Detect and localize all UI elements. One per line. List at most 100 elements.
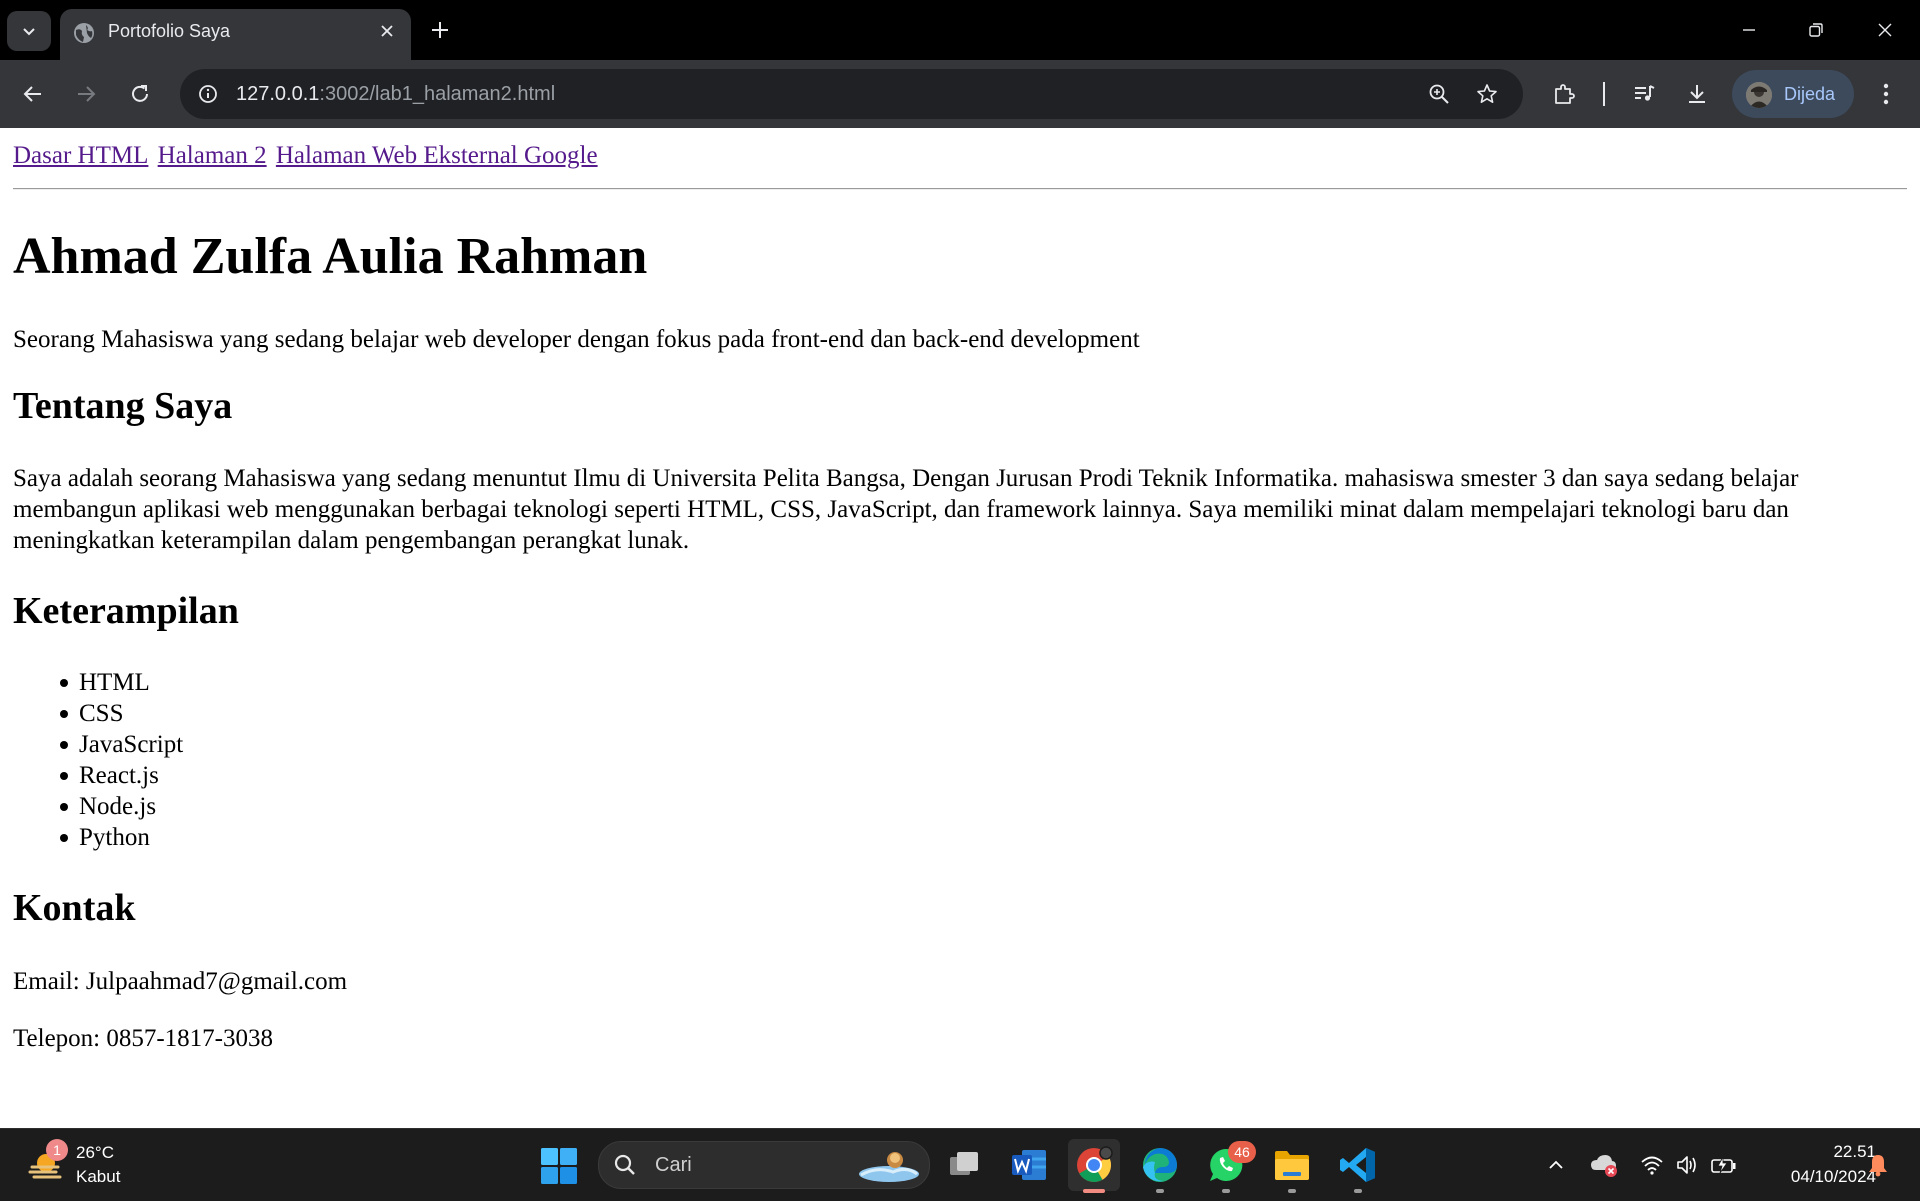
url-host: 127.0.0.1 xyxy=(236,83,320,105)
contact-heading: Kontak xyxy=(13,887,136,929)
link-dasar-html[interactable]: Dasar HTML xyxy=(13,142,148,169)
minimize-icon xyxy=(1743,29,1755,31)
skill-item: Node.js xyxy=(60,791,183,822)
search-highlight-icon xyxy=(859,1152,919,1182)
url-path: :3002/lab1_halaman2.html xyxy=(319,83,556,105)
new-tab-button[interactable] xyxy=(424,14,456,46)
tab-strip: Portofolio Saya xyxy=(0,0,1920,60)
link-halaman-2[interactable]: Halaman 2 xyxy=(158,142,267,169)
edge-app[interactable] xyxy=(1134,1139,1186,1193)
wifi-button[interactable] xyxy=(1636,1149,1668,1181)
music-queue-icon xyxy=(1635,85,1655,101)
divider xyxy=(13,188,1907,190)
vscode-icon xyxy=(1340,1148,1375,1182)
star-icon xyxy=(1477,84,1497,103)
browser-menu-button[interactable] xyxy=(1866,74,1906,114)
skill-item: CSS xyxy=(60,698,183,729)
link-google[interactable]: Halaman Web Eksternal Google xyxy=(276,142,598,169)
windows-start-icon[interactable] xyxy=(540,1147,578,1185)
plus-icon xyxy=(432,22,448,38)
address-bar[interactable]: 127.0.0.1:3002/lab1_halaman2.html xyxy=(180,69,1523,119)
back-button[interactable] xyxy=(13,74,53,114)
about-text: Saya adalah seorang Mahasiswa yang sedan… xyxy=(13,465,1799,554)
battery-button[interactable] xyxy=(1708,1149,1740,1181)
clock-time: 22.51 xyxy=(1833,1142,1876,1161)
chevron-up-icon xyxy=(1549,1160,1563,1169)
puzzle-icon xyxy=(1555,84,1575,104)
search-placeholder: Cari xyxy=(655,1154,692,1176)
task-view-icon xyxy=(950,1152,978,1175)
search-icon xyxy=(614,1154,635,1175)
edge-icon xyxy=(1143,1148,1177,1182)
forward-button[interactable] xyxy=(66,74,106,114)
reload-icon xyxy=(132,85,148,102)
running-indicator xyxy=(1288,1189,1296,1193)
chrome-icon xyxy=(1077,1146,1113,1182)
skill-item: React.js xyxy=(60,760,183,791)
running-indicator xyxy=(1156,1189,1164,1193)
zoom-button[interactable] xyxy=(1423,78,1455,110)
tab-search-button[interactable] xyxy=(7,11,51,51)
volume-icon xyxy=(1677,1156,1696,1174)
battery-charging-icon xyxy=(1711,1155,1736,1174)
browser-tab[interactable]: Portofolio Saya xyxy=(60,9,411,60)
tab-close-button[interactable] xyxy=(377,21,397,41)
reload-button[interactable] xyxy=(120,74,160,114)
wifi-icon xyxy=(1641,1156,1663,1175)
word-icon xyxy=(1012,1150,1046,1180)
whatsapp-notification-badge: 46 xyxy=(1228,1141,1256,1163)
word-app[interactable] xyxy=(1003,1139,1055,1191)
vscode-app[interactable] xyxy=(1332,1139,1384,1193)
extensions-button[interactable] xyxy=(1544,74,1584,114)
more-vertical-icon xyxy=(1883,83,1889,105)
close-window-button[interactable] xyxy=(1860,8,1910,52)
tab-title: Portofolio Saya xyxy=(108,21,231,41)
chrome-app[interactable] xyxy=(1068,1139,1120,1193)
skill-item: HTML xyxy=(60,667,183,698)
taskbar-search[interactable]: Cari xyxy=(598,1141,930,1189)
close-icon xyxy=(381,25,393,37)
media-controls-button[interactable] xyxy=(1624,74,1664,114)
cloud-error-icon xyxy=(1591,1155,1617,1177)
clock-date: 04/10/2024 xyxy=(1790,1167,1876,1186)
bookmark-button[interactable] xyxy=(1471,78,1503,110)
restore-icon xyxy=(1809,23,1823,37)
site-info-button[interactable] xyxy=(192,78,224,110)
weather-temperature: 26°C xyxy=(76,1143,114,1162)
browser-toolbar: 127.0.0.1:3002/lab1_halaman2.html Dijeda xyxy=(0,60,1920,128)
downloads-button[interactable] xyxy=(1677,74,1717,114)
notifications-button[interactable] xyxy=(1862,1149,1894,1181)
skill-item: Python xyxy=(60,822,183,853)
arrow-left-icon xyxy=(23,86,41,102)
web-page: Dasar HTML Halaman 2 Halaman Web Ekstern… xyxy=(0,130,1920,1128)
folder-icon xyxy=(1275,1151,1309,1180)
weather-widget[interactable]: 1 26°C Kabut xyxy=(26,1139,166,1191)
arrow-right-icon xyxy=(78,86,96,102)
running-indicator xyxy=(1354,1189,1362,1193)
globe-icon xyxy=(74,23,94,43)
download-icon xyxy=(1689,85,1705,103)
taskbar: 1 26°C Kabut Cari 46 22.51 04/10/2024 xyxy=(0,1128,1920,1201)
running-indicator xyxy=(1083,1189,1105,1193)
url-text[interactable]: 127.0.0.1:3002/lab1_halaman2.html xyxy=(236,69,555,119)
close-icon xyxy=(1878,23,1892,37)
profile-button[interactable]: Dijeda xyxy=(1732,70,1854,118)
show-hidden-icons-button[interactable] xyxy=(1540,1149,1572,1181)
skill-item: JavaScript xyxy=(60,729,183,760)
onedrive-button[interactable] xyxy=(1588,1149,1620,1181)
toolbar-separator xyxy=(1603,82,1605,106)
bell-icon xyxy=(1869,1155,1887,1177)
tagline: Seorang Mahasiswa yang sedang belajar we… xyxy=(13,326,1140,353)
weather-notification-badge: 1 xyxy=(46,1139,68,1161)
whatsapp-app[interactable]: 46 xyxy=(1200,1139,1256,1193)
profile-status: Dijeda xyxy=(1784,84,1836,104)
file-explorer-app[interactable] xyxy=(1266,1139,1318,1193)
volume-button[interactable] xyxy=(1672,1149,1704,1181)
task-view-button[interactable] xyxy=(938,1139,990,1191)
info-icon xyxy=(199,85,217,103)
minimize-button[interactable] xyxy=(1724,8,1774,52)
restore-button[interactable] xyxy=(1791,8,1841,52)
system-clock[interactable]: 22.51 04/10/2024 xyxy=(1750,1139,1876,1189)
page-nav: Dasar HTML Halaman 2 Halaman Web Ekstern… xyxy=(13,142,601,170)
about-heading: Tentang Saya xyxy=(13,385,233,427)
